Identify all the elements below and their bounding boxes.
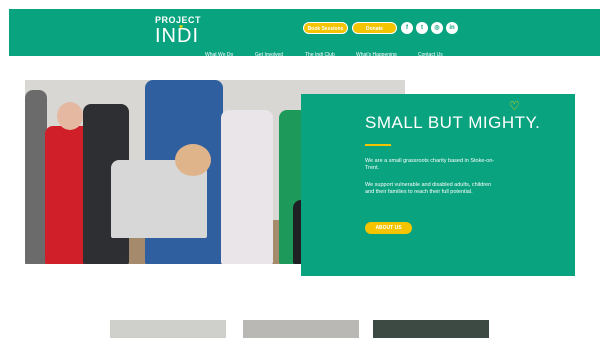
nav-the-indi-club[interactable]: The Indi Club	[305, 52, 335, 58]
feature-photo-3[interactable]	[373, 320, 489, 338]
hero-title: SMALL BUT MIGHTY.	[365, 113, 541, 132]
hero-paragraph-2: We support vulnerable and disabled adult…	[365, 182, 492, 195]
heart-icon: ♡	[509, 99, 520, 113]
linkedin-icon[interactable]: in	[446, 22, 458, 34]
hero-card: ♡ SMALL BUT MIGHTY. We are a small grass…	[301, 94, 575, 276]
donate-button[interactable]: Donate	[352, 22, 397, 34]
nav-contact-us[interactable]: Contact Us	[418, 52, 443, 58]
about-us-button[interactable]: ABOUT US	[365, 222, 412, 234]
feature-photo-1[interactable]	[110, 320, 226, 338]
twitter-icon[interactable]: t	[416, 22, 428, 34]
facebook-icon[interactable]: f	[401, 22, 413, 34]
nav-get-involved[interactable]: Get Involved	[255, 52, 283, 58]
hero-paragraph-1: We are a small grassroots charity based …	[365, 158, 495, 171]
heart-icon: ♥	[179, 24, 184, 31]
page: PROJECT INDI ♥ Book Sessions Donate f t …	[0, 0, 600, 338]
nav-whats-happening[interactable]: What's Happening	[356, 52, 397, 58]
nav-what-we-do[interactable]: What We Do	[205, 52, 233, 58]
project-indi-logo[interactable]: PROJECT INDI ♥	[155, 15, 201, 53]
title-underline	[365, 144, 391, 146]
logo-line1: PROJECT	[155, 15, 202, 25]
site-header: PROJECT INDI ♥ Book Sessions Donate f t …	[9, 9, 600, 58]
feature-photo-2[interactable]	[243, 320, 359, 338]
book-sessions-button[interactable]: Book Sessions	[303, 22, 348, 34]
instagram-icon[interactable]: ◎	[431, 22, 443, 34]
logo-line2: INDI	[155, 25, 199, 47]
